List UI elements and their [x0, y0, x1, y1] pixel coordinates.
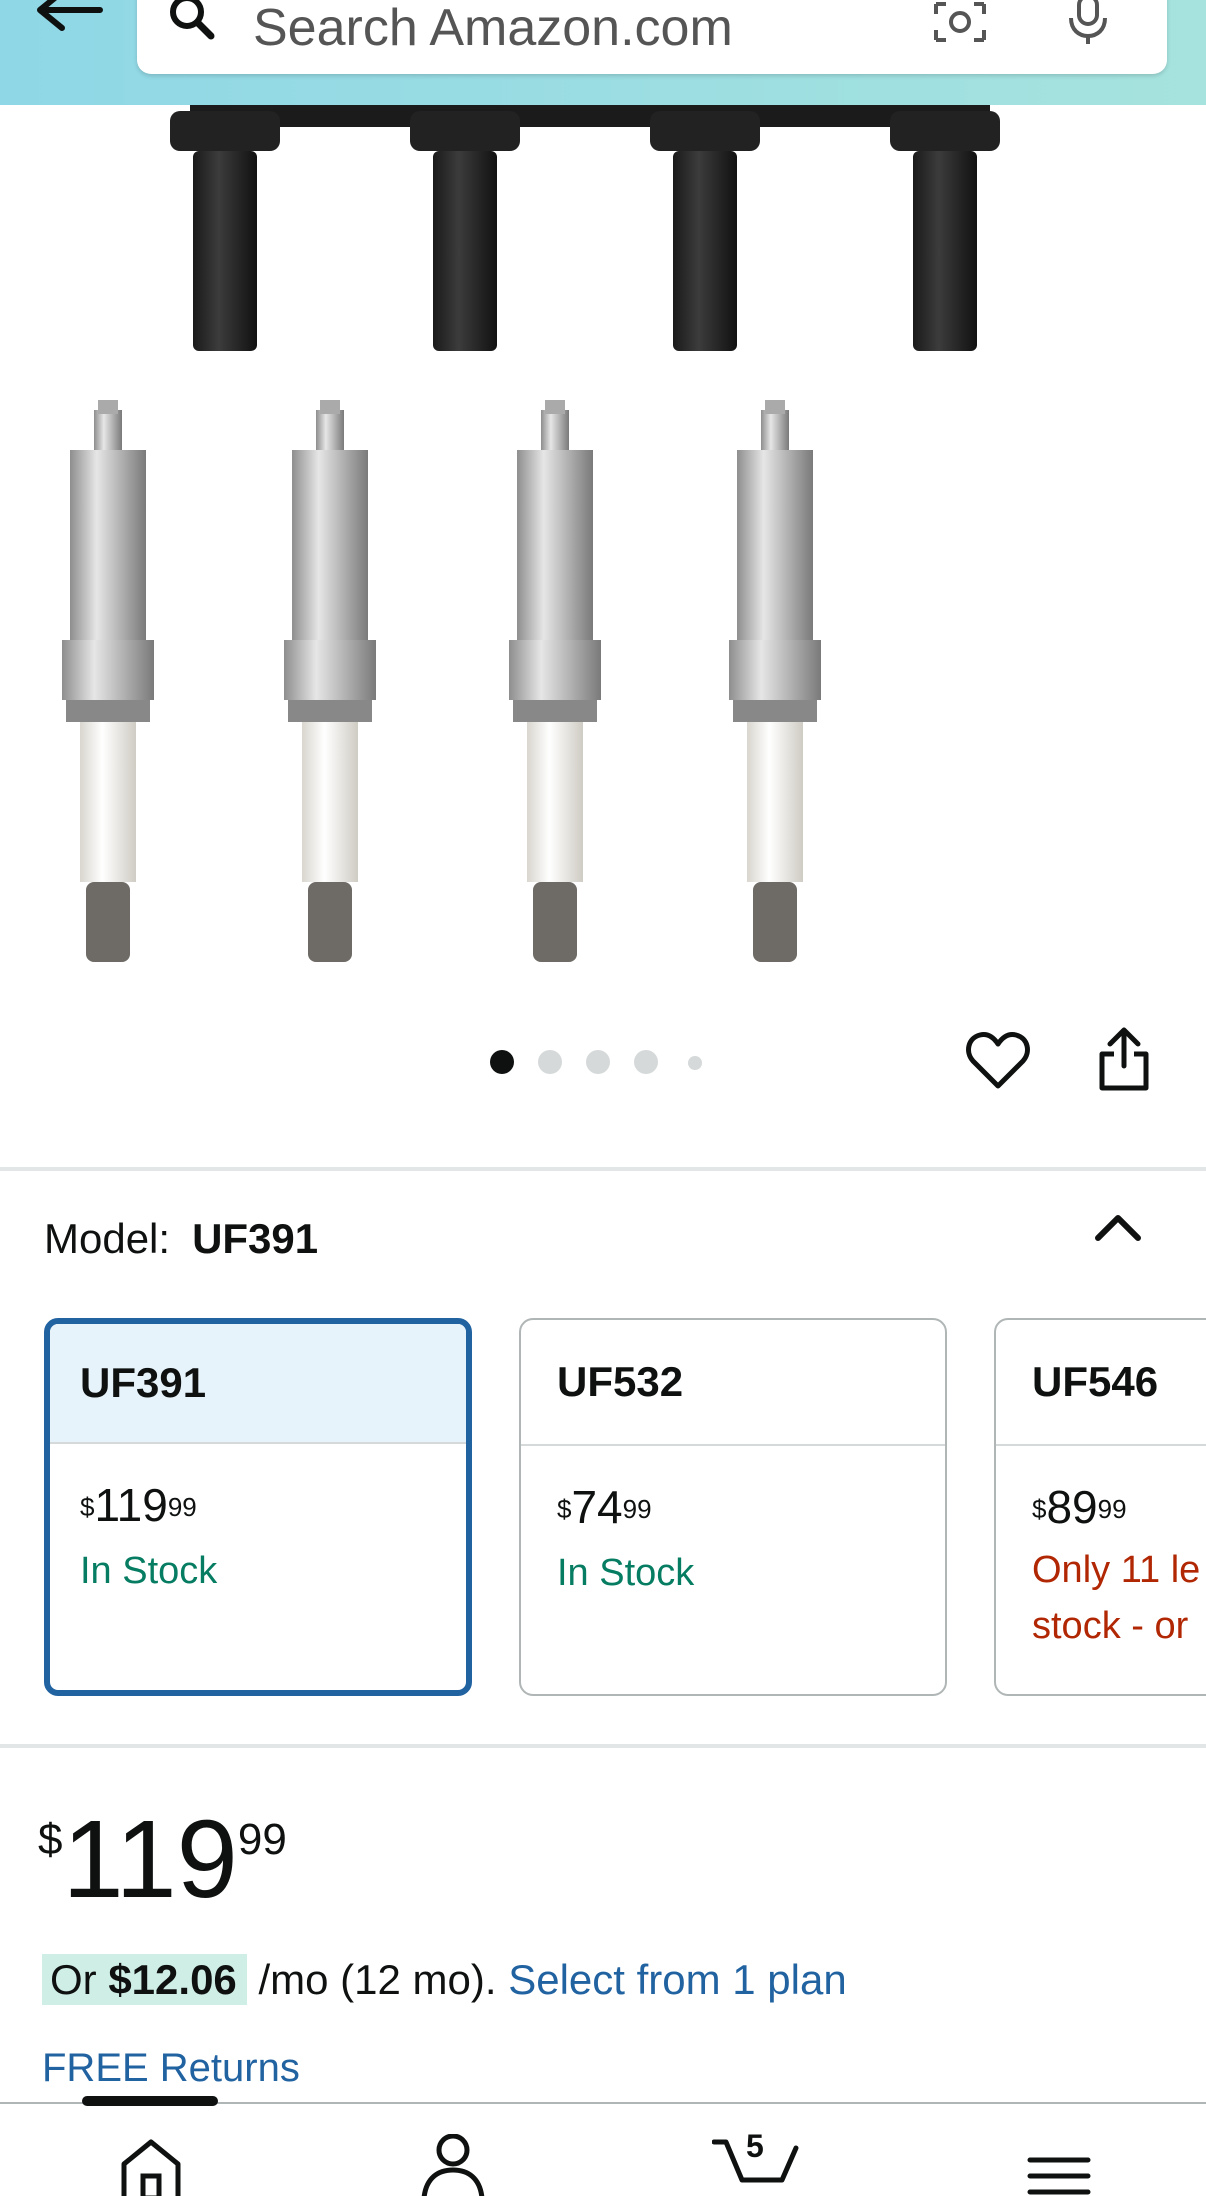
price-symbol: $ [38, 1815, 63, 1864]
account-icon[interactable] [418, 2133, 488, 2196]
top-header: Search Amazon.com [0, 0, 1206, 105]
model-value: UF391 [192, 1215, 319, 1262]
price-whole: 119 [62, 1798, 238, 1921]
heart-icon[interactable] [965, 1030, 1031, 1092]
search-placeholder: Search Amazon.com [253, 0, 733, 57]
variant-stock-status: Only 11 le stock - or [1032, 1542, 1206, 1654]
select-plan-link[interactable]: Select from 1 plan [508, 1956, 847, 2003]
divider [0, 1744, 1206, 1748]
variant-name: UF546 [996, 1320, 1206, 1446]
model-selector-label: Model: UF391 [44, 1215, 318, 1263]
carousel-dot[interactable] [538, 1050, 562, 1074]
microphone-icon[interactable] [1065, 0, 1111, 46]
search-input[interactable]: Search Amazon.com [137, 0, 1167, 74]
ignition-coil-boots [170, 105, 1000, 351]
camera-lens-icon[interactable] [932, 0, 988, 44]
variant-price: $11999 [80, 1479, 197, 1531]
home-indicator [82, 2096, 218, 2106]
menu-icon[interactable] [1024, 2134, 1094, 2196]
variant-stock-status: In Stock [80, 1550, 218, 1592]
variant-stock-status: In Stock [557, 1552, 695, 1594]
product-price: $11999 [38, 1805, 287, 1915]
product-page: Search Amazon.com Model: UF391 UF391 $11… [0, 0, 1206, 2196]
price-fraction: 99 [237, 1815, 287, 1864]
bottom-navigation: 5 [0, 2096, 1206, 2196]
installment-highlight: Or $12.06 [42, 1954, 247, 2005]
spark-plugs [62, 400, 821, 962]
cart-icon[interactable]: 5 [711, 2128, 802, 2196]
home-icon[interactable] [116, 2134, 186, 2196]
carousel-dot[interactable] [634, 1050, 658, 1074]
carousel-dot-active[interactable] [490, 1050, 514, 1074]
variant-price: $7499 [557, 1481, 652, 1533]
variant-card-uf546[interactable]: UF546 $8999 Only 11 le stock - or [994, 1318, 1206, 1696]
variant-name: UF532 [521, 1320, 945, 1446]
carousel-dot[interactable] [586, 1050, 610, 1074]
carousel-dot[interactable] [688, 1056, 702, 1070]
variant-card-uf391[interactable]: UF391 $11999 In Stock [44, 1318, 472, 1696]
chevron-up-icon[interactable] [1093, 1210, 1143, 1244]
low-stock-line: stock - or [1032, 1605, 1189, 1647]
installment-terms: /mo (12 mo). [258, 1956, 497, 2003]
back-arrow-icon[interactable] [30, 0, 110, 42]
cart-count-badge: 5 [746, 2128, 764, 2164]
search-icon [167, 0, 219, 42]
installment-amount: $12.06 [108, 1956, 237, 2003]
model-label: Model: [44, 1215, 171, 1262]
free-returns-link[interactable]: FREE Returns [42, 2046, 300, 2091]
variant-price: $8999 [1032, 1481, 1127, 1533]
installment-offer: Or $12.06 /mo (12 mo). Select from 1 pla… [42, 1954, 847, 2005]
product-image[interactable] [0, 105, 1206, 995]
low-stock-line: Only 11 le [1032, 1549, 1201, 1591]
share-icon[interactable] [1096, 1026, 1152, 1092]
variant-card-uf532[interactable]: UF532 $7499 In Stock [519, 1318, 947, 1696]
divider [0, 1167, 1206, 1171]
variant-name: UF391 [50, 1324, 466, 1444]
